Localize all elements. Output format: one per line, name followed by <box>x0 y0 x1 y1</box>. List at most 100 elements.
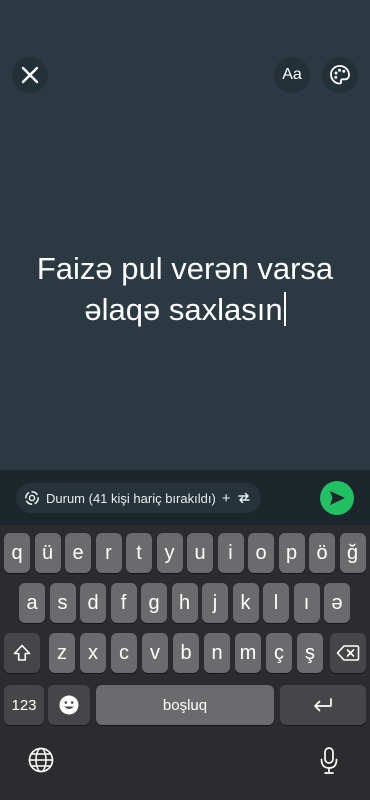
key-s[interactable]: s <box>49 583 76 623</box>
key-label: ö <box>316 541 328 564</box>
key-label: b <box>180 641 192 664</box>
numbers-key[interactable]: 123 <box>4 685 44 725</box>
key-label: ə <box>331 591 343 614</box>
key-t[interactable]: t <box>126 533 152 573</box>
space-key-label: boşluq <box>162 696 208 714</box>
background-color-button[interactable] <box>322 57 358 93</box>
key-k[interactable]: k <box>232 583 259 623</box>
key-label: v <box>150 641 160 664</box>
key-label: p <box>285 541 298 564</box>
key-z[interactable]: z <box>49 633 75 673</box>
key-o-umlaut[interactable]: ö <box>309 533 335 573</box>
key-b[interactable]: b <box>173 633 199 673</box>
key-label: e <box>72 541 84 564</box>
key-h[interactable]: h <box>171 583 198 623</box>
status-text-line-1: Faizə pul verən varsa <box>36 251 334 286</box>
key-label: o <box>255 541 267 564</box>
key-m[interactable]: m <box>235 633 261 673</box>
key-q[interactable]: q <box>4 533 30 573</box>
key-label: h <box>178 591 191 614</box>
status-text-line-2: əlaqə saxlasın <box>84 292 283 327</box>
space-key[interactable]: boşluq <box>96 685 274 725</box>
key-c[interactable]: c <box>111 633 137 673</box>
status-editor: Aa Faizə pul verən varsa əlaqə saxlasın <box>0 0 370 470</box>
key-c-cedilla[interactable]: ç <box>266 633 292 673</box>
key-label: j <box>212 591 218 614</box>
status-privacy-button[interactable]: Durum (41 kişi hariç bırakıldı) + <box>16 483 261 513</box>
key-label: l <box>273 591 279 614</box>
text-caret <box>283 292 286 326</box>
backspace-icon <box>336 645 360 661</box>
plus-sign: + <box>221 489 231 507</box>
key-dotless-i[interactable]: ı <box>293 583 320 623</box>
key-g[interactable]: g <box>141 583 167 623</box>
key-j[interactable]: j <box>202 583 228 623</box>
key-s-cedilla[interactable]: ş <box>297 633 323 673</box>
key-label: c <box>119 641 129 664</box>
key-label: n <box>211 641 223 664</box>
key-label: y <box>164 541 175 564</box>
key-u[interactable]: u <box>187 533 213 573</box>
emoji-icon <box>59 695 79 715</box>
key-label: i <box>228 541 233 564</box>
key-p[interactable]: p <box>278 533 305 573</box>
globe-button[interactable] <box>26 745 56 775</box>
key-label: ç <box>274 641 284 664</box>
key-label: a <box>26 591 38 614</box>
key-n[interactable]: n <box>204 633 230 673</box>
status-ring-icon <box>25 491 39 505</box>
key-label: f <box>120 591 127 614</box>
key-label: d <box>87 591 99 614</box>
key-g-breve[interactable]: ğ <box>339 533 366 573</box>
return-icon <box>314 698 332 712</box>
key-r[interactable]: r <box>95 533 122 573</box>
key-l[interactable]: l <box>263 583 289 623</box>
shift-key[interactable] <box>4 633 40 673</box>
key-label: g <box>148 591 160 614</box>
key-label: s <box>57 591 68 614</box>
key-o[interactable]: o <box>248 533 274 573</box>
close-icon <box>21 66 39 84</box>
font-style-label: Aa <box>282 66 302 83</box>
key-v[interactable]: v <box>142 633 168 673</box>
key-label: u <box>194 541 206 564</box>
key-label: t <box>136 541 142 564</box>
key-y[interactable]: y <box>156 533 183 573</box>
privacy-label: Durum (41 kişi hariç bırakıldı) <box>46 490 216 506</box>
key-u-umlaut[interactable]: ü <box>34 533 61 573</box>
key-label: ş <box>305 641 315 664</box>
key-x[interactable]: x <box>80 633 106 673</box>
shift-icon <box>13 644 31 661</box>
globe-icon <box>28 747 54 773</box>
key-label: z <box>57 641 67 664</box>
key-a[interactable]: a <box>19 583 45 623</box>
send-button[interactable] <box>320 481 354 515</box>
key-label: k <box>240 591 251 614</box>
key-label: r <box>105 541 112 564</box>
status-bottom-bar: Durum (41 kişi hariç bırakıldı) + <box>0 470 370 525</box>
key-schwa[interactable]: ə <box>324 583 350 623</box>
palette-icon <box>330 65 350 85</box>
dictation-button[interactable] <box>316 745 342 777</box>
key-label: ı <box>303 591 310 614</box>
key-i[interactable]: i <box>217 533 244 573</box>
key-f[interactable]: f <box>110 583 137 623</box>
key-e[interactable]: e <box>65 533 91 573</box>
return-key[interactable] <box>280 685 366 725</box>
key-label: ğ <box>346 541 359 564</box>
keyboard: q ü e r t y u i o p ö ğ a s d f g h j k … <box>0 525 370 800</box>
emoji-key[interactable] <box>48 685 90 725</box>
status-text-input[interactable]: Faizə pul verən varsa əlaqə saxlasın <box>0 248 370 330</box>
key-label: ü <box>41 541 54 564</box>
backspace-key[interactable] <box>330 633 366 673</box>
key-label: m <box>239 641 257 664</box>
close-button[interactable] <box>12 57 48 93</box>
key-d[interactable]: d <box>80 583 106 623</box>
key-label: q <box>11 541 23 564</box>
swap-icon <box>237 492 250 504</box>
send-icon <box>330 491 345 505</box>
mic-icon <box>320 747 338 774</box>
numbers-key-label: 123 <box>11 696 37 714</box>
font-style-button[interactable]: Aa <box>274 57 310 93</box>
key-label: x <box>88 641 98 664</box>
